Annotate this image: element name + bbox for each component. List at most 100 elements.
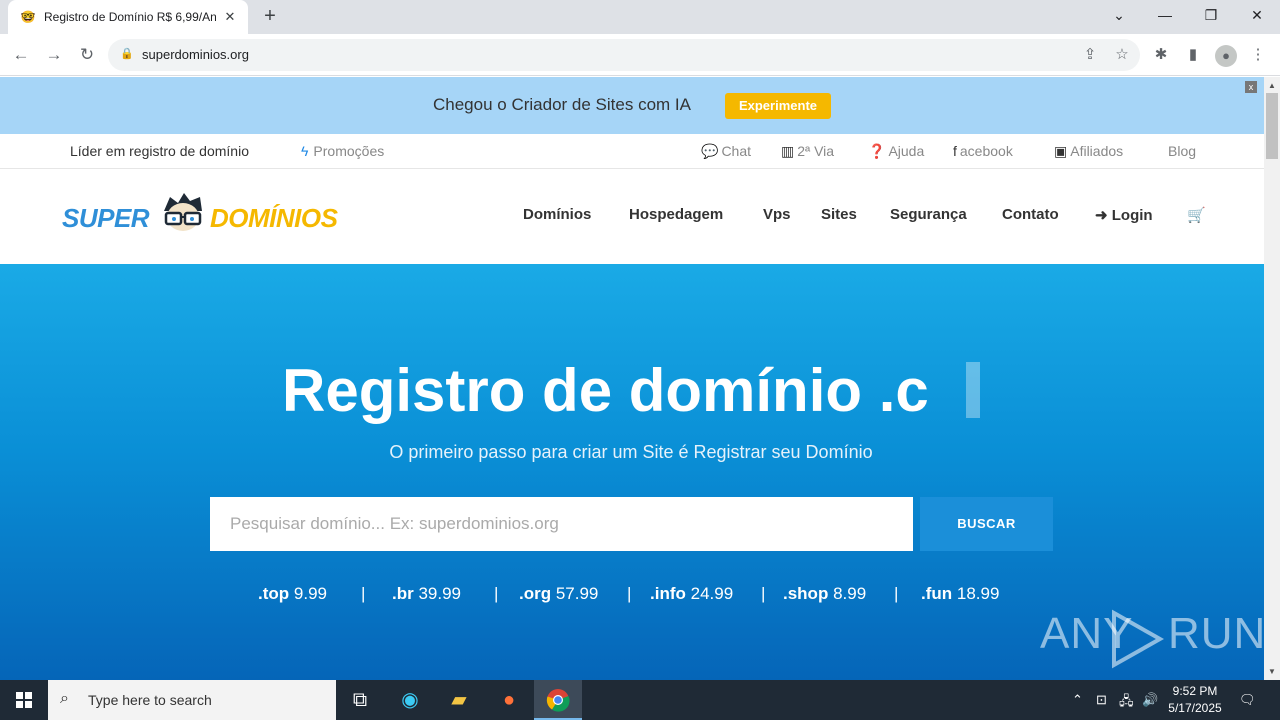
forward-button[interactable]: → — [41, 42, 67, 68]
question-circle-icon: ❓ — [868, 143, 886, 159]
promo-close-button[interactable]: x — [1245, 81, 1257, 93]
browser-toolbar: ← → ↻ 🔒 superdominios.org ⇪ ☆ ✱ ▮ ● ⋮ — [0, 34, 1280, 76]
nav-login[interactable]: ➜ Login — [1095, 206, 1153, 224]
promocoes-link[interactable]: ϟ Promoções — [301, 143, 384, 159]
address-bar[interactable]: 🔒 superdominios.org ⇪ ☆ — [108, 39, 1140, 71]
new-tab-button[interactable]: + — [258, 5, 282, 29]
tray-volume-icon[interactable]: 🔊 — [1142, 692, 1158, 708]
scroll-thumb[interactable] — [1266, 93, 1278, 159]
tld-item[interactable]: .info 24.99 — [650, 584, 733, 604]
login-icon: ➜ — [1095, 207, 1108, 224]
chat-label: Chat — [721, 143, 752, 159]
afiliados-link[interactable]: ▣ Afiliados — [1054, 143, 1123, 160]
lightning-icon: ϟ — [301, 143, 309, 159]
tld-separator: | — [894, 584, 899, 603]
logo-dominios-text: DOMÍNIOS — [210, 203, 338, 233]
tld-price-list: .top 9.99 | .br 39.99 | .org 57.99 | .in… — [0, 584, 1264, 608]
chat-bubble-icon: 💬 — [701, 143, 719, 159]
watermark-play-icon — [1112, 609, 1164, 669]
bookmark-star-icon[interactable]: ☆ — [1112, 45, 1132, 65]
url-text[interactable]: superdominios.org — [142, 47, 249, 62]
close-window-button[interactable]: ✕ — [1234, 0, 1280, 30]
tray-network-device-icon[interactable]: ⊡ — [1096, 692, 1107, 708]
side-panel-icon[interactable]: ▮ — [1183, 45, 1203, 65]
task-view-icon[interactable]: ⧉ — [336, 680, 384, 720]
minimize-button[interactable]: — — [1142, 0, 1188, 30]
logo-super-text: SUPER — [62, 203, 150, 233]
scroll-down-arrow-icon[interactable]: ▼ — [1268, 667, 1276, 676]
tld-separator: | — [761, 584, 766, 603]
blog-link[interactable]: Blog — [1168, 143, 1196, 159]
nav-contato[interactable]: Contato — [1002, 206, 1059, 223]
cart-icon[interactable]: 🛒 — [1187, 206, 1206, 224]
promocoes-label: Promoções — [313, 143, 385, 159]
tld-item[interactable]: .org 57.99 — [519, 584, 598, 604]
tab-search-chevron-icon[interactable]: ⌄ — [1096, 0, 1142, 30]
browser-tab-strip: 🤓 Registro de Domínio R$ 6,99/Ano ✕ + ⌄ … — [0, 0, 1280, 34]
promo-banner: Chegou o Criador de Sites com IA Experim… — [0, 77, 1264, 134]
nav-dominios[interactable]: Domínios — [523, 206, 591, 223]
tld-item[interactable]: .br 39.99 — [392, 584, 461, 604]
facebook-link[interactable]: f acebook — [953, 143, 1013, 159]
chrome-icon[interactable] — [534, 680, 582, 720]
site-favicon-icon: 🤓 — [20, 10, 36, 24]
ajuda-label: Ajuda — [888, 143, 925, 159]
scroll-up-arrow-icon[interactable]: ▲ — [1268, 81, 1276, 90]
back-button[interactable]: ← — [8, 42, 34, 68]
browser-tab[interactable]: 🤓 Registro de Domínio R$ 6,99/Ano ✕ — [8, 0, 248, 34]
lock-icon[interactable]: 🔒 — [120, 47, 134, 60]
segunda-via-link[interactable]: ▥ 2ª Via — [781, 143, 834, 160]
tld-ext: .shop — [783, 584, 829, 603]
tray-chevron-icon[interactable]: ⌃ — [1072, 692, 1083, 708]
hero-title: Registro de domínio .c — [282, 357, 929, 424]
promo-try-button[interactable]: Experimente — [725, 93, 831, 119]
ajuda-link[interactable]: ❓ Ajuda — [868, 143, 924, 160]
taskbar-clock[interactable]: 9:52 PM 5/17/2025 — [1160, 683, 1230, 717]
hero-subtitle: O primeiro passo para criar um Site é Re… — [389, 442, 873, 462]
facebook-label: acebook — [959, 143, 1013, 159]
tld-price: 9.99 — [293, 584, 327, 603]
tab-close-icon[interactable]: ✕ — [222, 9, 238, 25]
windows-taskbar: ⌕ Type here to search ⧉ ◉ ▰ ● ⌃ ⊡ 🖧 🔊 9:… — [0, 680, 1280, 720]
hero-section: Registro de domínio .c O primeiro passo … — [0, 264, 1264, 680]
nav-seguranca[interactable]: Segurança — [890, 206, 967, 223]
tray-network-icon[interactable]: 🖧 — [1119, 692, 1134, 714]
page-scrollbar[interactable]: ▲ ▼ — [1264, 77, 1280, 680]
site-header: SUPER DOMÍNIOS Domínios Hospedagem Vps S… — [0, 169, 1264, 264]
extensions-puzzle-icon[interactable]: ✱ — [1151, 45, 1171, 65]
browser-menu-icon[interactable]: ⋮ — [1248, 45, 1268, 65]
domain-search-input[interactable] — [210, 497, 913, 551]
nav-vps[interactable]: Vps — [763, 206, 791, 223]
login-label: Login — [1111, 207, 1153, 224]
chat-link[interactable]: 💬 Chat — [701, 143, 751, 160]
leader-tagline: Líder em registro de domínio — [70, 143, 249, 159]
restore-button[interactable]: ❐ — [1188, 0, 1234, 30]
tld-item[interactable]: .fun 18.99 — [921, 584, 999, 604]
taskbar-search-placeholder: Type here to search — [88, 692, 212, 708]
share-icon[interactable]: ⇪ — [1080, 45, 1100, 65]
tld-price: 24.99 — [690, 584, 734, 603]
tld-ext: .br — [392, 584, 414, 603]
windows-start-icon[interactable] — [0, 680, 48, 720]
nav-hospedagem[interactable]: Hospedagem — [629, 206, 723, 223]
superdominios-logo[interactable]: SUPER DOMÍNIOS — [62, 193, 338, 237]
firefox-icon[interactable]: ● — [485, 680, 533, 720]
tld-ext: .top — [258, 584, 290, 603]
profile-avatar-icon[interactable]: ● — [1215, 45, 1237, 67]
nav-sites[interactable]: Sites — [821, 206, 857, 223]
tld-item[interactable]: .top 9.99 — [258, 584, 327, 604]
tab-title: Registro de Domínio R$ 6,99/Ano — [44, 10, 216, 24]
search-button[interactable]: BUSCAR — [920, 497, 1053, 551]
edge-icon[interactable]: ◉ — [386, 680, 434, 720]
tld-separator: | — [627, 584, 632, 603]
facebook-icon: f — [953, 143, 957, 159]
clock-date: 5/17/2025 — [1168, 701, 1222, 715]
tld-ext: .fun — [921, 584, 953, 603]
file-explorer-icon[interactable]: ▰ — [435, 680, 483, 720]
tld-price: 57.99 — [555, 584, 599, 603]
taskbar-search-box[interactable]: ⌕ Type here to search — [48, 680, 336, 720]
web-page: Chegou o Criador de Sites com IA Experim… — [0, 77, 1264, 680]
reload-button[interactable]: ↻ — [74, 42, 100, 68]
tld-item[interactable]: .shop 8.99 — [783, 584, 866, 604]
notification-icon[interactable]: 🗨 — [1239, 692, 1256, 708]
